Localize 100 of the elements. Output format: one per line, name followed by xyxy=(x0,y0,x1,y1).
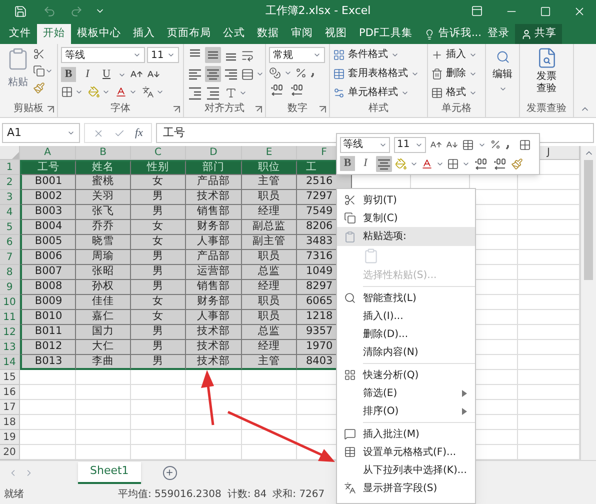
dialog-launcher-icon[interactable] xyxy=(255,106,262,113)
row-header[interactable]: 16 xyxy=(0,385,20,400)
styles-menu-button[interactable]: 条件格式 xyxy=(333,47,419,62)
ribbon-tab[interactable]: 公式 xyxy=(217,24,251,44)
pinyin-icon[interactable] xyxy=(142,86,154,98)
font-size-field[interactable]: 11 xyxy=(394,136,426,152)
row-header[interactable]: 14 xyxy=(0,355,20,370)
column-header[interactable]: C xyxy=(131,146,186,159)
caret-icon[interactable] xyxy=(45,67,53,75)
insert-function-button[interactable]: fx xyxy=(135,124,143,142)
caret-icon[interactable] xyxy=(284,69,292,77)
percent-icon[interactable] xyxy=(490,139,501,150)
fill-color-icon[interactable] xyxy=(395,158,407,170)
caret-icon[interactable] xyxy=(167,51,175,59)
menu-item[interactable]: 排序(O) xyxy=(337,402,475,420)
align-middle-icon[interactable] xyxy=(205,47,221,63)
cells-menu-button[interactable]: 插入 xyxy=(431,47,477,62)
share-button[interactable]: 共享 xyxy=(515,24,562,44)
row-header[interactable]: 13 xyxy=(0,340,20,355)
table-format-icon[interactable] xyxy=(462,138,474,150)
row-header[interactable]: 19 xyxy=(0,430,20,445)
menu-item[interactable]: 插入批注(M) xyxy=(337,425,475,443)
table-icon[interactable] xyxy=(519,138,531,150)
font-size-field[interactable]: 11 xyxy=(147,47,179,63)
add-sheet-button[interactable] xyxy=(162,466,177,480)
dialog-launcher-icon[interactable] xyxy=(47,106,54,113)
ribbon-display-icon[interactable] xyxy=(471,5,483,17)
merge-icon[interactable] xyxy=(241,68,254,80)
column-header[interactable]: A xyxy=(20,146,76,159)
row-header[interactable]: 2 xyxy=(0,175,20,190)
decimal-decrease-icon[interactable] xyxy=(289,83,305,97)
trash-icon[interactable] xyxy=(431,68,443,80)
border-icon[interactable] xyxy=(447,158,459,170)
column-header[interactable]: B xyxy=(76,146,131,159)
format-toggle[interactable]: I xyxy=(358,156,373,171)
row-header[interactable]: 20 xyxy=(0,445,20,460)
fill-color-icon[interactable] xyxy=(88,86,100,98)
save-icon[interactable] xyxy=(14,4,27,18)
decimal-increase-icon[interactable] xyxy=(473,156,489,170)
plus-icon[interactable] xyxy=(431,48,443,60)
caret-icon[interactable] xyxy=(102,88,110,96)
grow-font-icon[interactable] xyxy=(430,138,442,150)
decimal-increase-icon[interactable] xyxy=(269,83,285,97)
font-color-icon[interactable] xyxy=(115,86,127,98)
maximize-icon[interactable] xyxy=(540,6,551,16)
editing-button[interactable]: 编辑 xyxy=(492,50,512,93)
caret-icon[interactable] xyxy=(156,88,164,96)
row-header[interactable]: 15 xyxy=(0,370,20,385)
paintbrush-icon[interactable] xyxy=(511,158,523,170)
format-toggle[interactable]: I xyxy=(80,67,95,82)
caret-icon[interactable] xyxy=(256,70,264,78)
invoice-check-button[interactable]: 发票 查验 xyxy=(523,47,570,102)
enter-icon[interactable] xyxy=(114,128,125,138)
align-center-icon[interactable] xyxy=(376,156,392,172)
dialog-launcher-icon[interactable] xyxy=(173,106,180,113)
copy-icon[interactable] xyxy=(33,65,45,77)
align-center-icon[interactable] xyxy=(205,66,221,82)
caret-icon[interactable] xyxy=(239,89,247,97)
ribbon-tab[interactable]: 开始 xyxy=(37,24,71,44)
table-icon[interactable] xyxy=(333,68,345,80)
row-header[interactable]: 10 xyxy=(0,295,20,310)
row-header[interactable]: 17 xyxy=(0,400,20,415)
menu-item[interactable]: 筛选(E) xyxy=(337,384,475,402)
ribbon-tab[interactable]: 审阅 xyxy=(285,24,319,44)
row-header[interactable]: 3 xyxy=(0,190,20,205)
wrap-text-icon[interactable] xyxy=(241,48,254,62)
row-header[interactable]: 11 xyxy=(0,310,20,325)
font-color-icon[interactable] xyxy=(421,158,433,170)
decimal-decrease-icon[interactable] xyxy=(492,156,508,170)
menu-item[interactable]: 显示拼音字段(S) xyxy=(337,479,475,497)
row-header[interactable]: 1 xyxy=(0,160,20,175)
styles-menu-button[interactable]: 单元格样式 xyxy=(333,85,419,100)
indent-decrease-icon[interactable] xyxy=(187,85,203,101)
number-format-field[interactable]: 常规 xyxy=(269,47,325,63)
caret-icon[interactable] xyxy=(313,51,321,59)
sheet-tab[interactable]: Sheet1 xyxy=(78,462,141,484)
menu-item[interactable]: 从下拉列表中选择(K)... xyxy=(337,461,475,479)
row-header[interactable]: 8 xyxy=(0,265,20,280)
paste-label[interactable]: 粘贴 xyxy=(8,75,28,90)
shrink-font-icon[interactable] xyxy=(446,138,458,150)
row-header[interactable]: 6 xyxy=(0,235,20,250)
indent-increase-icon[interactable] xyxy=(205,85,221,101)
ribbon-tab[interactable]: 插入 xyxy=(127,24,161,44)
caret-icon[interactable] xyxy=(133,51,141,59)
format-toggle[interactable]: B xyxy=(340,156,355,171)
ribbon-tab[interactable]: PDF工具集 xyxy=(353,24,418,44)
percent-icon[interactable] xyxy=(295,67,307,79)
paintbrush-icon[interactable] xyxy=(33,82,45,94)
ribbon-tab[interactable]: 模板中心 xyxy=(71,24,127,44)
row-header[interactable]: 12 xyxy=(0,325,20,340)
caret-icon[interactable] xyxy=(75,88,83,96)
row-header[interactable]: 18 xyxy=(0,415,20,430)
lightbulb-icon[interactable] xyxy=(424,28,436,40)
column-header[interactable]: E xyxy=(242,146,297,159)
tell-me-field[interactable]: 告诉我... xyxy=(438,26,482,42)
cancel-icon[interactable] xyxy=(93,128,104,138)
caret-icon[interactable] xyxy=(129,88,137,96)
font-name-field[interactable]: 等线 xyxy=(340,136,390,152)
styles-menu-button[interactable]: 套用表格格式 xyxy=(333,66,419,81)
row-header[interactable]: 4 xyxy=(0,205,20,220)
